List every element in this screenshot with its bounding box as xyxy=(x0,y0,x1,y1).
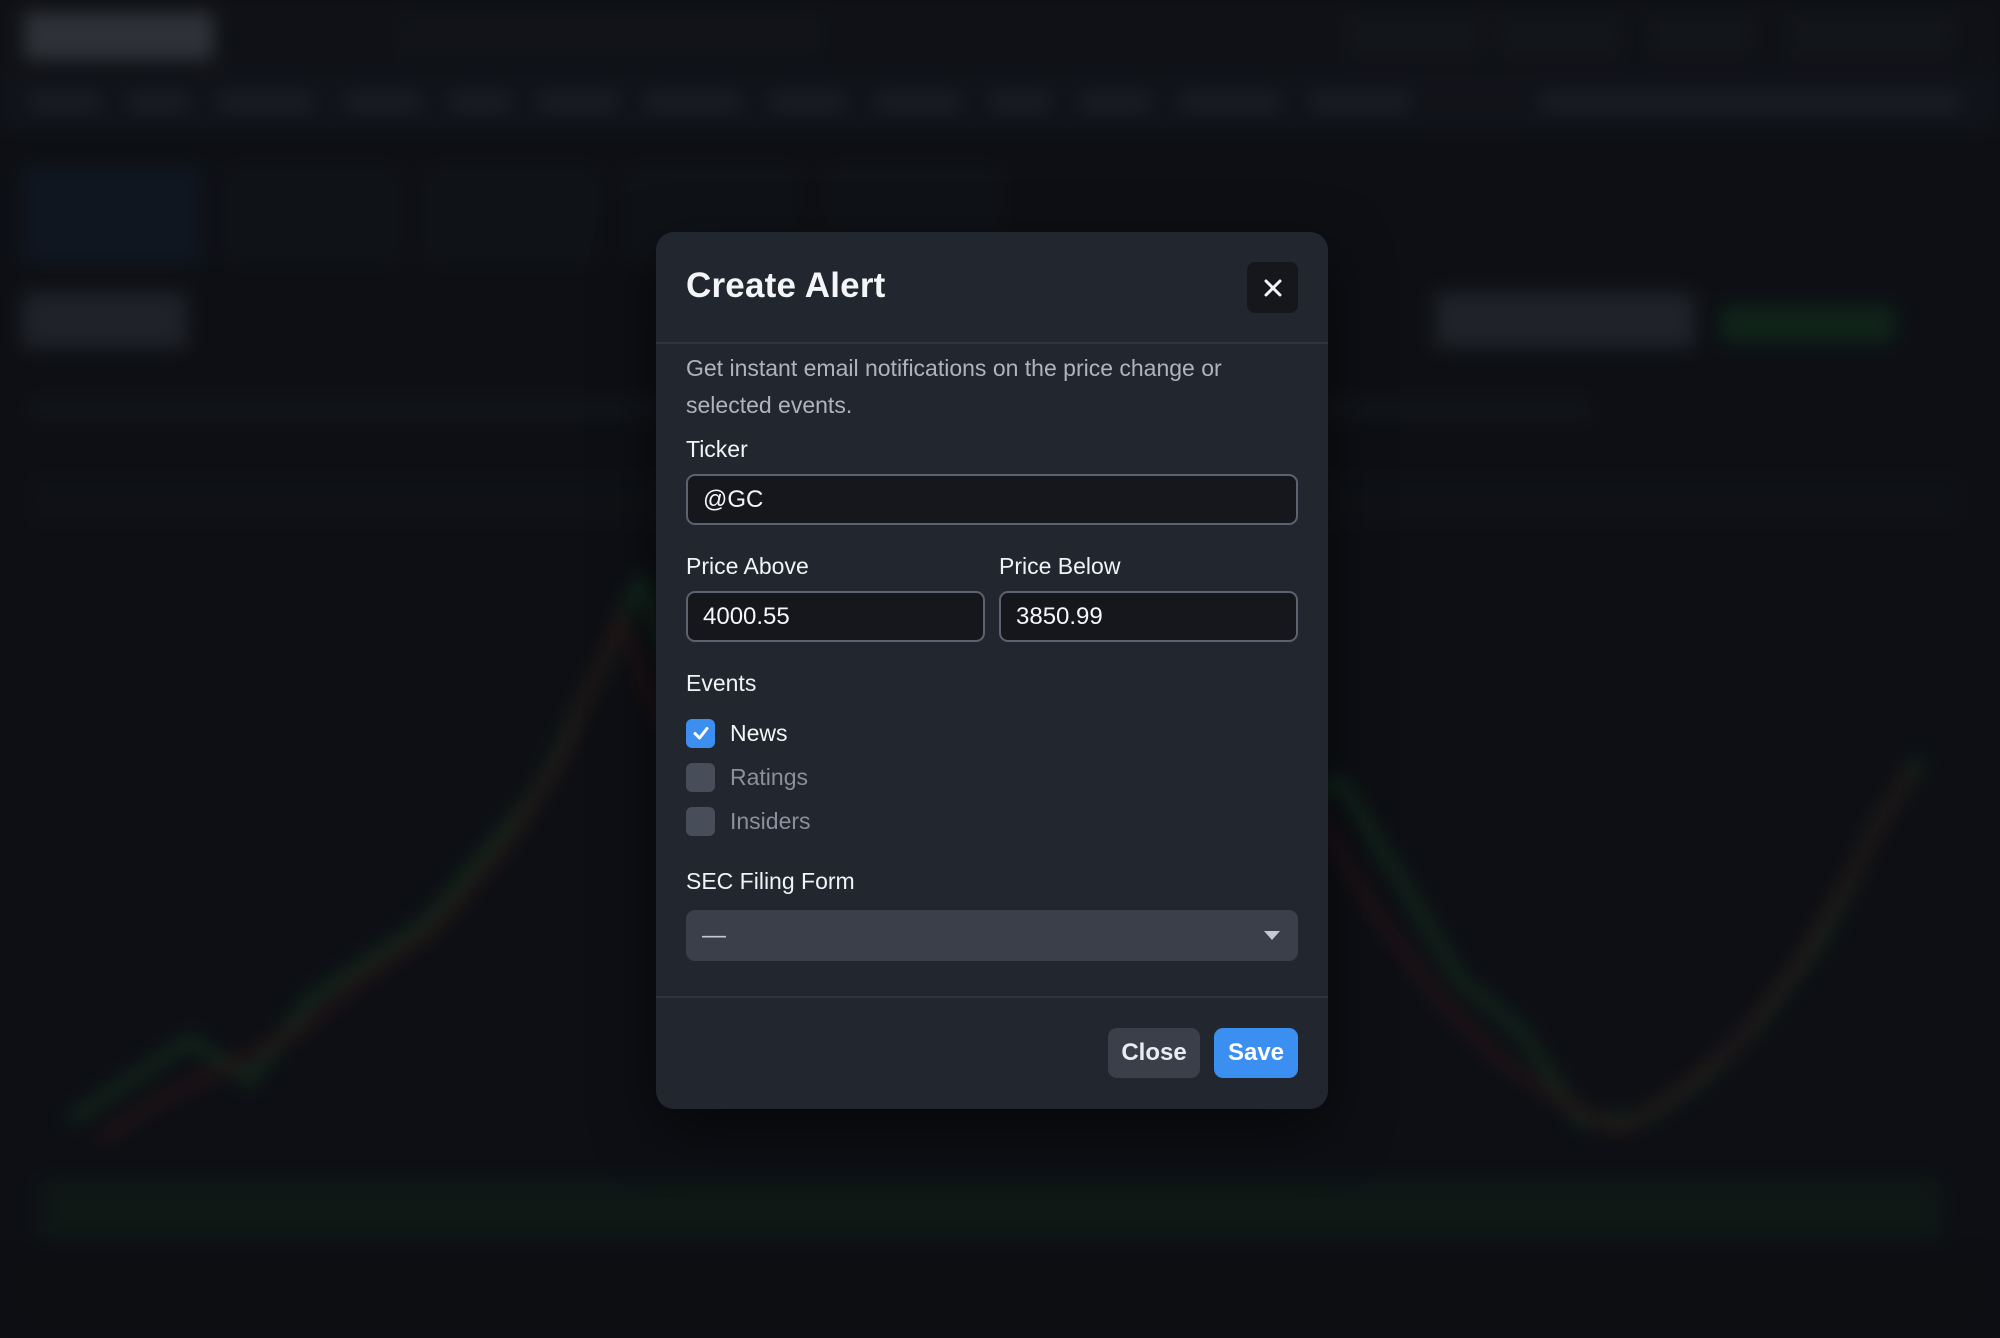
ratings-checkbox-label: Ratings xyxy=(730,763,808,790)
sec-filing-form-select[interactable]: — xyxy=(686,910,1298,961)
price-above-input[interactable]: 4000.55 xyxy=(686,591,985,642)
insiders-checkbox[interactable] xyxy=(686,806,715,836)
price-below-input-value: 3850.99 xyxy=(1016,602,1103,630)
news-checkbox[interactable] xyxy=(686,718,715,748)
save-button[interactable]: Save xyxy=(1214,1028,1298,1078)
insiders-checkbox-label: Insiders xyxy=(730,807,811,834)
dialog-header: Create Alert xyxy=(656,232,1328,344)
price-below-label: Price Below xyxy=(999,553,1121,579)
checkmark-icon xyxy=(693,727,708,740)
ticker-input-value: @GC xyxy=(703,485,764,513)
close-button[interactable]: Close xyxy=(1108,1028,1200,1078)
price-above-label: Price Above xyxy=(686,553,809,579)
chevron-down-icon xyxy=(1264,931,1280,940)
price-below-input[interactable]: 3850.99 xyxy=(999,591,1298,642)
close-icon xyxy=(1264,279,1281,296)
events-label: Events xyxy=(686,670,757,696)
dialog-footer-divider xyxy=(656,996,1328,998)
dialog-close-button[interactable] xyxy=(1247,262,1298,313)
create-alert-dialog: Create Alert Get instant email notificat… xyxy=(656,232,1328,1109)
price-above-input-value: 4000.55 xyxy=(703,602,790,630)
event-news-checkbox-row[interactable]: News xyxy=(686,718,788,748)
dialog-title: Create Alert xyxy=(686,266,886,305)
dialog-description: Get instant email notifications on the p… xyxy=(686,355,1222,418)
sec-filing-form-label: SEC Filing Form xyxy=(686,868,855,894)
news-checkbox-label: News xyxy=(730,719,788,746)
event-insiders-checkbox-row[interactable]: Insiders xyxy=(686,806,811,836)
ratings-checkbox[interactable] xyxy=(686,762,715,792)
sec-filing-form-selected-value: — xyxy=(702,921,726,949)
event-ratings-checkbox-row[interactable]: Ratings xyxy=(686,762,808,792)
ticker-input[interactable]: @GC xyxy=(686,474,1298,525)
ticker-label: Ticker xyxy=(686,436,748,462)
